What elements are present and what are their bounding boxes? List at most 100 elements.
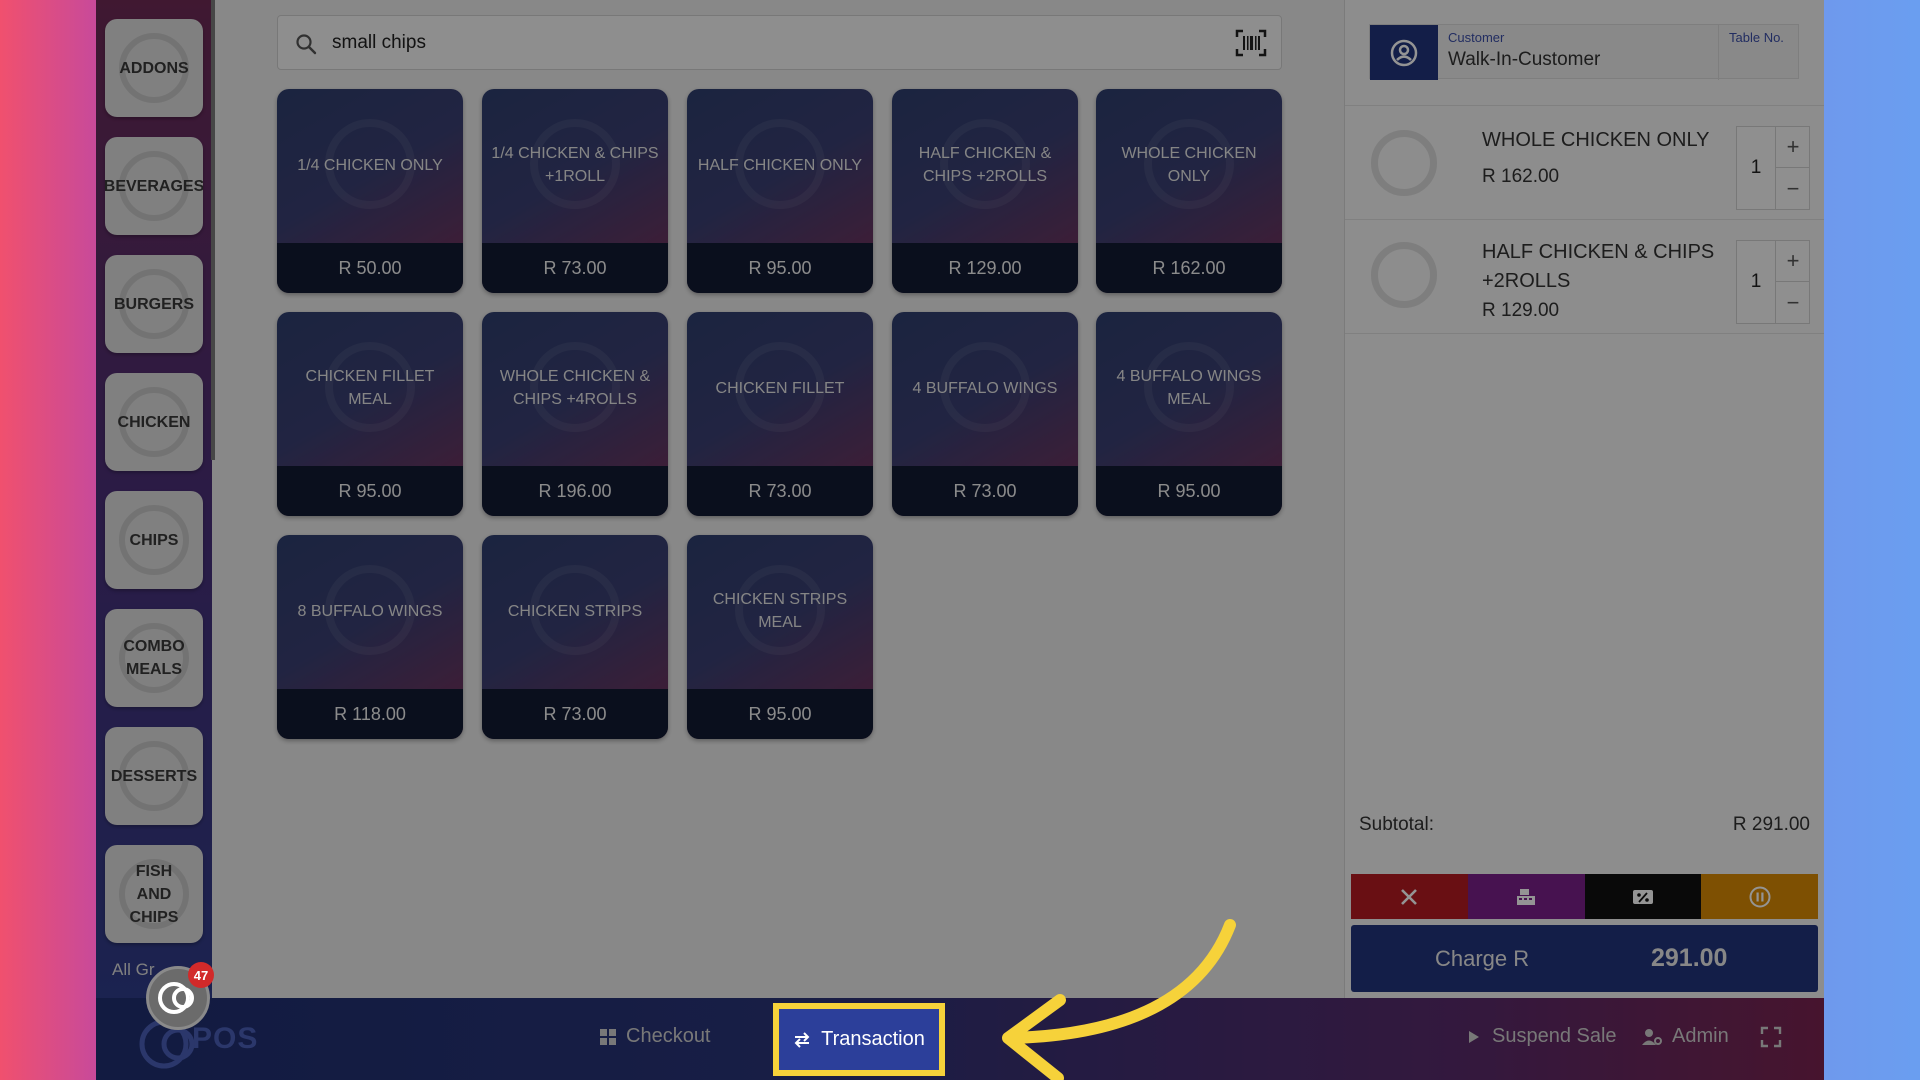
category-burgers[interactable]: BURGERS [105,255,203,353]
product-price: R 95.00 [1096,466,1282,516]
logo-text: POS [192,1022,259,1055]
product-name: HALF CHICKEN & CHIPS +2ROLLS [918,145,1052,185]
subtotal-value: R 291.00 [1732,814,1810,835]
product-price: R 73.00 [892,466,1078,516]
highlighted-transaction-button[interactable]: Transaction [773,1003,945,1076]
charge-button[interactable]: Charge R 291.00 [1351,925,1818,992]
product-name: CHICKEN STRIPS MEAL [712,591,848,631]
quantity-value[interactable]: 1 [1737,241,1775,323]
discount-tag-icon [1632,889,1653,904]
checkout-nav-item[interactable]: Checkout [600,1025,711,1048]
product-name: CHICKEN FILLET [715,379,845,397]
category-chips[interactable]: CHIPS [105,491,203,589]
product-name: 8 BUFFALO WINGS [297,602,443,620]
product-price: R 129.00 [892,243,1078,293]
customer-icon [1390,39,1418,66]
product-name: 1/4 CHICKEN & CHIPS +1ROLL [491,145,659,185]
product-name: CHICKEN STRIPS [507,602,643,620]
cart-action-bar [1351,874,1818,919]
close-icon [1401,888,1418,905]
quantity-increase-button[interactable]: + [1775,127,1810,168]
product-price: R 95.00 [687,243,873,293]
category-chicken[interactable]: CHICKEN [105,373,203,471]
product-price: R 73.00 [482,243,668,293]
product-card[interactable]: 4 BUFFALO WINGS R 73.00 [892,312,1078,516]
subtotal-label: Subtotal: [1359,814,1434,835]
pos-app: ADDONS BEVERAGES BURGERS CHICKEN CHIPS C… [96,0,1824,1080]
customer-selector[interactable]: Customer Walk-In-Customer Table No. [1369,24,1799,80]
product-price: R 50.00 [277,243,463,293]
product-price: R 162.00 [1096,243,1282,293]
sidebar-scrollbar[interactable] [211,0,215,460]
cart-panel: Customer Walk-In-Customer Table No. WHOL… [1344,0,1824,998]
cart-item-price: R 129.00 [1482,300,1560,321]
search-bar [277,15,1282,70]
notification-badge: 47 [188,962,214,988]
product-card[interactable]: CHICKEN STRIPS R 73.00 [482,535,668,739]
customer-icon-box [1370,25,1438,80]
barcode-scan-icon[interactable] [1235,29,1267,57]
product-card[interactable]: 4 BUFFALO WINGS MEAL R 95.00 [1096,312,1282,516]
tutorial-arrow-icon [1002,919,1236,1080]
product-card[interactable]: WHOLE CHICKEN & CHIPS +4ROLLS R 196.00 [482,312,668,516]
category-addons[interactable]: ADDONS [105,19,203,117]
charge-label: Charge R [1435,946,1530,971]
product-price: R 73.00 [482,689,668,739]
product-name: 1/4 CHICKEN ONLY [297,156,443,174]
product-price: R 95.00 [277,466,463,516]
product-name: CHICKEN FILLET MEAL [305,368,435,408]
product-card[interactable]: 1/4 CHICKEN ONLY R 50.00 [277,89,463,293]
product-name: 4 BUFFALO WINGS MEAL [1116,368,1262,408]
quantity-decrease-button[interactable]: − [1775,168,1810,209]
cart-item[interactable]: HALF CHICKEN & CHIPS +2ROLLS R 129.00 1 … [1345,219,1824,334]
category-beverages[interactable]: BEVERAGES [105,137,203,235]
product-card[interactable]: WHOLE CHICKEN ONLY R 162.00 [1096,89,1282,293]
product-price: R 95.00 [687,689,873,739]
cancel-sale-button[interactable] [1351,874,1468,919]
transaction-label: Transaction [821,1028,925,1050]
table-number-field[interactable]: Table No. [1718,25,1798,80]
customer-name: Walk-In-Customer [1448,49,1601,70]
cart-item-name: HALF CHICKEN & CHIPS +2ROLLS [1482,241,1715,292]
product-name: WHOLE CHICKEN & CHIPS +4ROLLS [499,368,651,408]
customer-label: Customer [1448,30,1505,45]
product-card[interactable]: 8 BUFFALO WINGS R 118.00 [277,535,463,739]
product-card[interactable]: HALF CHICKEN ONLY R 95.00 [687,89,873,293]
cart-item-name: WHOLE CHICKEN ONLY [1482,129,1710,151]
category-desserts[interactable]: DESSERTS [105,727,203,825]
hold-sale-button[interactable] [1701,874,1818,919]
discount-button[interactable] [1584,874,1702,919]
product-name: WHOLE CHICKEN ONLY [1121,145,1257,185]
bottom-nav-bar: POS Checkout Transaction Suspend Sale Ad… [96,998,1824,1080]
admin-label: Admin [1672,1025,1729,1047]
product-card[interactable]: 1/4 CHICKEN & CHIPS +1ROLL R 73.00 [482,89,668,293]
cash-register-icon [1517,888,1536,905]
product-card[interactable]: CHICKEN FILLET MEAL R 95.00 [277,312,463,516]
product-name: HALF CHICKEN ONLY [697,156,863,174]
checkout-label: Checkout [626,1025,711,1047]
product-card[interactable]: CHICKEN STRIPS MEAL R 95.00 [687,535,873,739]
quantity-value[interactable]: 1 [1737,127,1775,209]
category-sidebar: ADDONS BEVERAGES BURGERS CHICKEN CHIPS C… [96,0,212,998]
play-icon [1469,1030,1479,1043]
category-fish-and-chips[interactable]: FISH AND CHIPS [105,845,203,943]
product-card[interactable]: CHICKEN FILLET R 73.00 [687,312,873,516]
cash-drawer-button[interactable] [1467,874,1585,919]
fullscreen-icon[interactable] [1760,1026,1782,1048]
product-price: R 196.00 [482,466,668,516]
search-input[interactable] [332,26,1192,60]
product-card[interactable]: HALF CHICKEN & CHIPS +2ROLLS R 129.00 [892,89,1078,293]
charge-amount: 291.00 [1651,944,1728,972]
logo-watermark-icon [1371,130,1437,196]
category-all-groups[interactable]: All Gr [112,960,155,980]
quantity-stepper: 1 + − [1736,126,1810,210]
admin-user-menu[interactable]: Admin [1642,1025,1729,1048]
cart-item[interactable]: WHOLE CHICKEN ONLY R 162.00 1 + − [1345,105,1824,219]
grid-icon [600,1028,616,1045]
suspend-sale-nav-item[interactable]: Suspend Sale [1468,1025,1617,1048]
quantity-decrease-button[interactable]: − [1775,282,1810,323]
quantity-increase-button[interactable]: + [1775,241,1810,282]
pause-icon [1749,886,1771,907]
category-combo-meals[interactable]: COMBO MEALS [105,609,203,707]
search-icon [296,34,317,55]
